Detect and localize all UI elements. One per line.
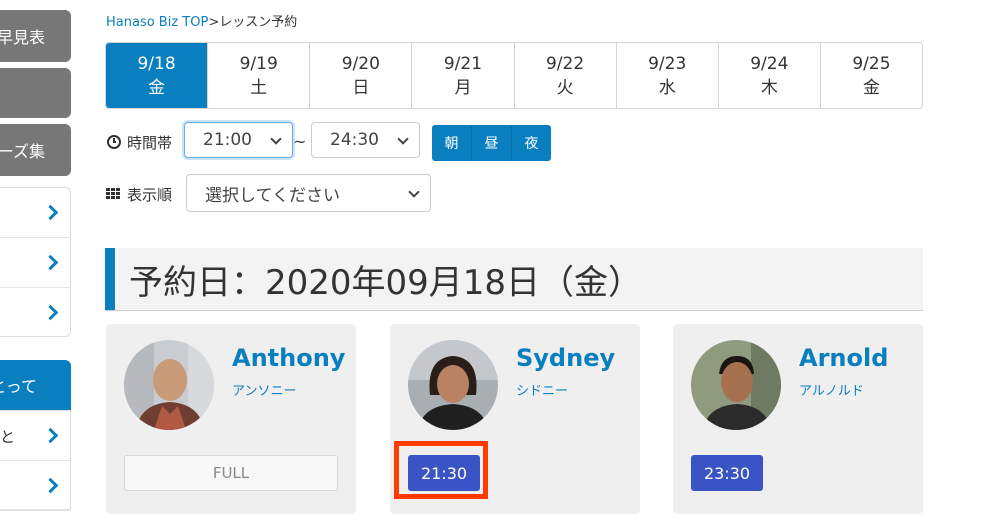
sidebar-button-chart[interactable]: 早見表 — [0, 10, 71, 62]
sidebar-list-item[interactable] — [0, 238, 70, 288]
sidebar-list-item[interactable] — [0, 288, 70, 338]
date-tab-0923[interactable]: 9/23 水 — [616, 43, 719, 108]
teacher-card: Anthony アンソニー FULL — [106, 324, 356, 514]
date-tab-0920[interactable]: 9/20 日 — [310, 43, 413, 108]
date-tab-0925[interactable]: 9/25 金 — [820, 43, 922, 108]
lesson-slot-button[interactable]: 23:30 — [691, 455, 763, 491]
noon-button[interactable]: 昼 — [472, 125, 512, 161]
sidebar-button-blank[interactable] — [0, 68, 71, 118]
grid-icon — [106, 188, 120, 200]
divider — [105, 310, 923, 311]
date-tabs: 9/18 金 9/19 土 9/20 日 9/21 月 9/22 火 9/23 水 9/24… — [105, 42, 923, 109]
teacher-name-kana: シドニー — [516, 384, 569, 399]
teacher-name[interactable]: Sydney — [516, 344, 615, 372]
sidebar-list-item[interactable]: と — [0, 411, 70, 461]
chevron-right-icon — [42, 304, 59, 321]
time-to-select[interactable]: 24:30 — [311, 122, 420, 158]
morning-button[interactable]: 朝 — [432, 125, 472, 161]
chevron-right-icon — [42, 254, 59, 270]
avatar[interactable] — [408, 340, 498, 430]
highlight-box — [394, 441, 488, 499]
teacher-name[interactable]: Anthony — [232, 344, 345, 372]
chevron-right-icon — [42, 477, 59, 493]
chevron-right-icon — [42, 204, 59, 220]
date-tab-0921[interactable]: 9/21 月 — [412, 43, 515, 108]
sidebar-section-header[interactable]: とって — [0, 360, 71, 410]
sidebar-button-phrases[interactable]: ーズ集 — [0, 124, 71, 176]
teacher-name-kana: アンソニー — [232, 384, 297, 399]
date-tab-0919[interactable]: 9/19 土 — [208, 43, 311, 108]
time-from-select[interactable]: 21:00 — [184, 122, 293, 158]
chevron-right-icon — [42, 427, 59, 443]
range-separator: ~ — [293, 132, 307, 151]
breadcrumb: Hanaso Biz TOP>レッスン予約 — [106, 15, 298, 30]
sidebar-list-2: と — [0, 410, 71, 511]
clock-icon — [107, 135, 121, 149]
date-tab-0922[interactable]: 9/22 火 — [514, 43, 617, 108]
sidebar-button-label: 早見表 — [0, 28, 45, 47]
teacher-name-kana: アルノルド — [799, 384, 864, 399]
breadcrumb-home-link[interactable]: Hanaso Biz TOP — [106, 15, 208, 30]
teacher-name[interactable]: Arnold — [799, 344, 888, 372]
time-range-label: 時間帯 — [127, 134, 173, 152]
sort-order-label: 表示順 — [127, 186, 173, 204]
chevron-down-icon — [270, 133, 282, 145]
date-tab-0918[interactable]: 9/18 金 — [106, 43, 209, 108]
reservation-date-heading: 予約日：2020年09月18日（金） — [105, 248, 923, 310]
avatar[interactable] — [124, 340, 214, 430]
sidebar-list — [0, 187, 71, 337]
night-button[interactable]: 夜 — [512, 125, 551, 161]
date-tab-0924[interactable]: 9/24 木 — [718, 43, 821, 108]
avatar[interactable] — [691, 340, 781, 430]
chevron-down-icon — [397, 133, 409, 145]
period-button-group: 朝 昼 夜 — [432, 125, 551, 161]
sort-order-select[interactable]: 選択してください — [186, 174, 431, 212]
chevron-down-icon — [408, 186, 420, 198]
breadcrumb-current: レッスン予約 — [219, 15, 298, 30]
sidebar-list-item[interactable] — [0, 188, 70, 238]
full-status-button: FULL — [124, 455, 338, 491]
sidebar-button-label: ーズ集 — [0, 142, 45, 161]
teacher-card: Arnold アルノルド 23:30 — [673, 324, 923, 514]
